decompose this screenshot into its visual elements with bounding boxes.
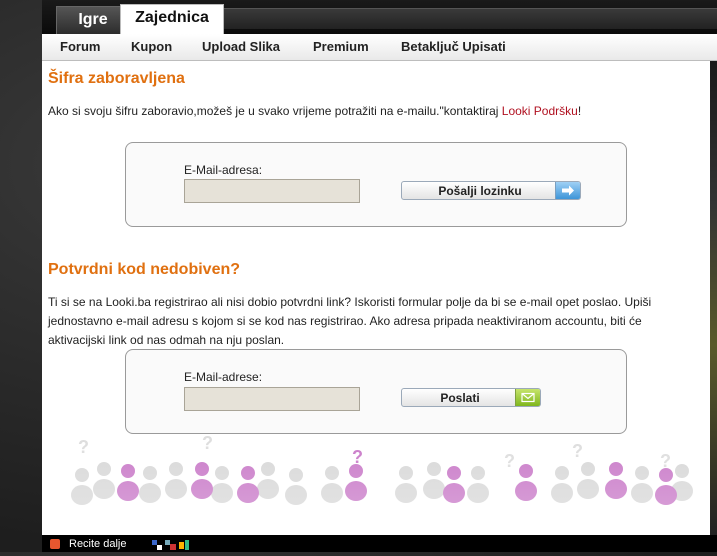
crowd-illustration: ? ? ? ? ? ? [42,433,710,535]
email-label: E-Mail-adrese: [184,370,263,384]
forgot-text-main: Ako si svoju šifru zaboravio,možeš je u … [48,104,502,118]
top-tab-bar: Igre Zajednica [42,0,717,36]
nav-kupon[interactable]: Kupon [131,39,172,54]
nav-forum[interactable]: Forum [60,39,100,54]
send-button[interactable]: Poslati [401,388,541,407]
send-password-label: Pošalji lozinku [438,184,522,198]
forgot-password-title: Šifra zaboravljena [48,70,185,87]
status-bar: Recite dalje [42,535,717,552]
share-icon[interactable] [50,539,60,549]
confirm-code-title: Potvrdni kod nedobiven? [48,261,241,278]
email-label: E-Mail-adresa: [184,163,263,177]
send-password-button[interactable]: Pošalji lozinku [401,181,581,200]
top-bar-stripe [224,8,717,29]
forgot-password-text: Ako si svoju šifru zaboravio,možeš je u … [48,102,698,121]
tab-zajednica[interactable]: Zajednica [120,4,224,36]
social-icons[interactable] [152,538,192,556]
email-field[interactable] [184,179,360,203]
send-label: Poslati [440,391,480,405]
nav-betakljuc-upisati[interactable]: Betaključ Upisati [401,39,506,54]
tab-igre[interactable]: Igre [56,6,130,35]
email-field[interactable] [184,387,360,411]
right-edge-background [710,61,717,535]
main-content: Šifra zaboravljena Ako si svoju šifru za… [42,61,710,535]
support-link[interactable]: Looki Podršku [502,104,578,118]
arrow-right-icon [555,182,580,199]
recite-dalje-link[interactable]: Recite dalje [69,538,126,550]
sub-navigation: Forum Kupon Upload Slika Premium Betaklj… [42,34,717,61]
nav-upload-slika[interactable]: Upload Slika [202,39,280,54]
forgot-text-end: ! [577,104,582,118]
confirm-code-form: E-Mail-adrese: Poslati [125,349,627,434]
nav-premium[interactable]: Premium [313,39,369,54]
forgot-password-form: E-Mail-adresa: Pošalji lozinku [125,142,627,227]
envelope-icon [515,389,540,406]
confirm-code-text: Ti si se na Looki.ba registrirao ali nis… [48,295,652,347]
